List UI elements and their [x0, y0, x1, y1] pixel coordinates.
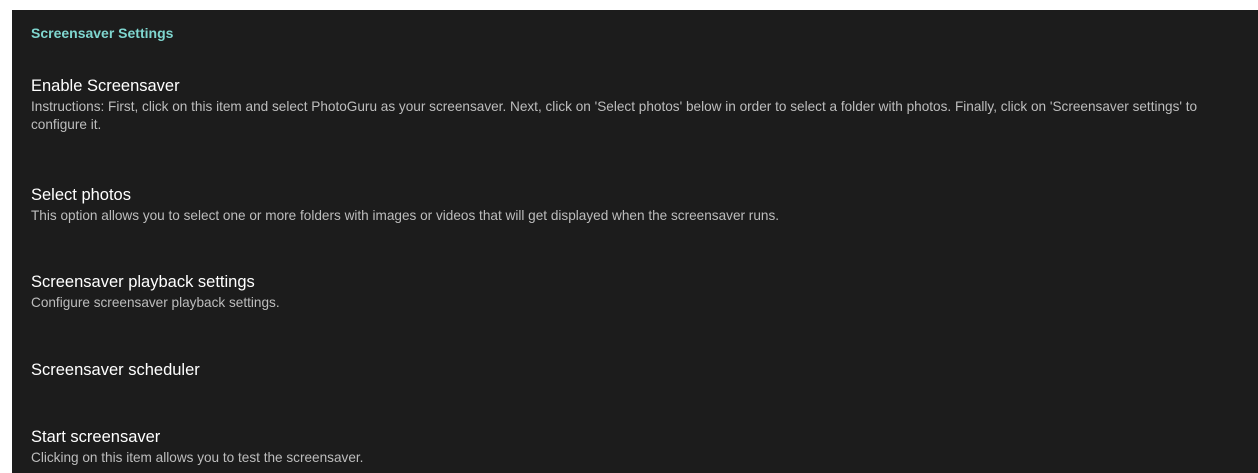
pref-title: Screensaver playback settings: [31, 273, 255, 291]
pref-title: Screensaver scheduler: [31, 361, 200, 379]
pref-select-photos[interactable]: Select photos This option allows you to …: [31, 185, 1250, 225]
pref-start-screensaver[interactable]: Start screensaver Clicking on this item …: [31, 427, 1250, 467]
pref-playback-settings[interactable]: Screensaver playback settings Configure …: [31, 272, 1250, 312]
pref-title: Select photos: [31, 186, 131, 204]
category-title: Screensaver Settings: [31, 25, 174, 41]
pref-summary: This option allows you to select one or …: [31, 208, 780, 223]
pref-summary: Clicking on this item allows you to test…: [31, 450, 364, 465]
pref-scheduler[interactable]: Screensaver scheduler: [31, 360, 1250, 381]
settings-panel: Screensaver Settings Enable Screensaver …: [12, 10, 1258, 473]
pref-summary: Instructions: First, click on this item …: [31, 99, 1198, 132]
pref-summary: Configure screensaver playback settings.: [31, 295, 280, 310]
pref-enable-screensaver[interactable]: Enable Screensaver Instructions: First, …: [31, 76, 1250, 134]
pref-title: Enable Screensaver: [31, 77, 180, 95]
pref-title: Start screensaver: [31, 428, 161, 446]
